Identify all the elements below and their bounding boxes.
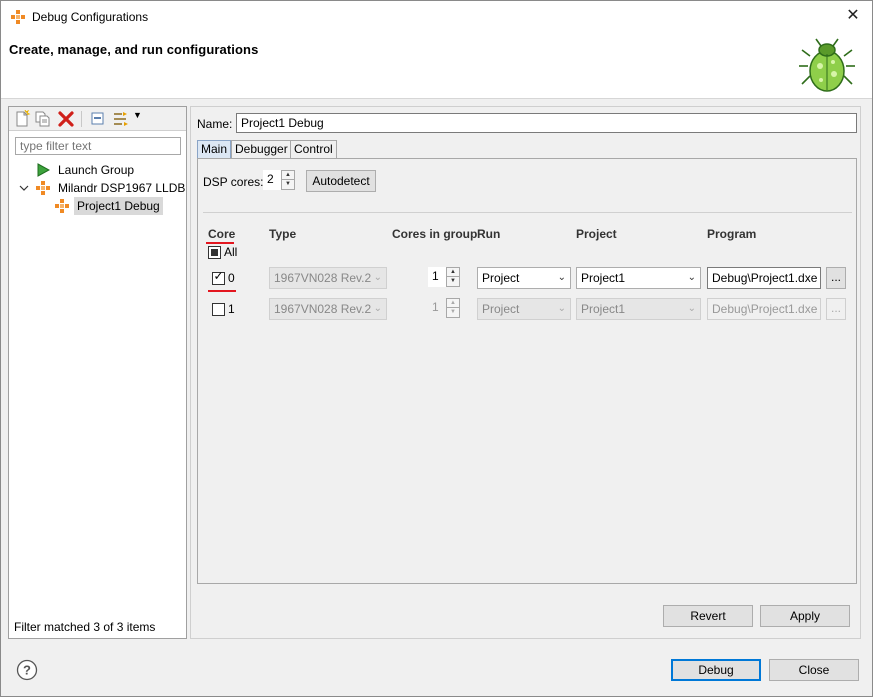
apply-button[interactable]: Apply (760, 605, 850, 627)
all-cores-checkbox[interactable] (208, 246, 221, 259)
dsp-cores-value: 2 (263, 170, 281, 190)
core-0-checkbox[interactable]: ✓ (212, 269, 225, 285)
autodetect-button[interactable]: Autodetect (306, 170, 376, 192)
configuration-editor: Name: Project1 Debug Main Debugger Contr… (190, 106, 861, 639)
core-1-browse-button[interactable]: ... (826, 298, 846, 320)
decrement-arrow-icon[interactable]: ▼ (447, 277, 459, 286)
chevron-down-icon: ⌄ (557, 272, 566, 283)
column-header-cores-in-group: Cores in group (392, 227, 478, 241)
core-1-cores-in-group-stepper[interactable]: 1 ▲ ▼ (428, 298, 460, 318)
dsp-debug-type-icon (36, 181, 50, 195)
dsp-app-icon (11, 10, 25, 24)
core-0-label: 0 (228, 271, 235, 285)
dsp-cores-stepper[interactable]: 2 ▲ ▼ (263, 170, 295, 190)
decrement-arrow-icon[interactable]: ▼ (447, 308, 459, 317)
chevron-down-icon: ⌄ (687, 272, 696, 283)
filter-status: Filter matched 3 of 3 items (14, 620, 156, 634)
toolbar-separator (81, 111, 82, 127)
filter-input[interactable] (15, 137, 181, 155)
collapse-all-icon[interactable] (89, 110, 107, 128)
core-1-project-select[interactable]: Project1 ⌄ (576, 298, 701, 320)
configurations-tree-pane: ▼ Launch Group Milandr DSP1967 LLDB Proj… (8, 106, 187, 639)
main-tab-panel: DSP cores: 2 ▲ ▼ Autodetect Core Type Co… (197, 158, 857, 584)
tree-toolbar: ▼ (9, 107, 186, 131)
core-0-project-select[interactable]: Project1 ⌄ (576, 267, 701, 289)
help-icon[interactable]: ? (16, 659, 38, 681)
dialog-subtitle: Create, manage, and run configurations (9, 42, 259, 57)
core-0-type-select[interactable]: 1967VN028 Rev.2 ⌄ (269, 267, 387, 289)
debug-button[interactable]: Debug (671, 659, 761, 681)
decrement-arrow-icon[interactable]: ▼ (282, 180, 294, 189)
section-divider (203, 212, 852, 213)
increment-arrow-icon[interactable]: ▲ (447, 299, 459, 308)
tree-item-label: Milandr DSP1967 LLDB (58, 181, 186, 195)
duplicate-configuration-icon[interactable] (34, 110, 52, 128)
all-cores-label: All (224, 245, 238, 259)
chevron-down-icon: ⌄ (687, 303, 696, 314)
tree-item-label: Project1 Debug (74, 197, 163, 215)
debug-configurations-dialog: Debug Configurations ✕ Create, manage, a… (0, 0, 873, 697)
chevron-down-icon: ⌄ (373, 272, 382, 283)
column-header-type: Type (269, 227, 297, 241)
core-1-checkbox[interactable] (212, 303, 225, 316)
core-0-run-select[interactable]: Project ⌄ (477, 267, 571, 289)
core-0-cores-in-group-stepper[interactable]: 1 ▲ ▼ (428, 267, 460, 287)
chevron-down-icon: ⌄ (373, 303, 382, 314)
bug-icon (799, 38, 855, 92)
chevron-down-icon[interactable] (19, 183, 29, 193)
name-field[interactable]: Project1 Debug (236, 113, 857, 133)
column-header-program: Program (707, 227, 757, 241)
filter-menu-chevron-down-icon[interactable]: ▼ (133, 110, 142, 120)
revert-button[interactable]: Revert (663, 605, 753, 627)
launch-group-icon (37, 163, 50, 177)
increment-arrow-icon[interactable]: ▲ (447, 268, 459, 277)
title-bar: Debug Configurations ✕ (1, 1, 872, 33)
svg-text:?: ? (23, 663, 31, 678)
tree-item-label: Launch Group (58, 163, 135, 177)
new-configuration-icon[interactable] (13, 110, 31, 128)
core-0-program-field[interactable]: Debug\Project1.dxe (707, 267, 821, 289)
dsp-debug-config-icon (55, 199, 69, 213)
name-label: Name: (197, 117, 233, 131)
close-icon[interactable]: ✕ (844, 7, 862, 25)
checkmark-icon: ✓ (213, 269, 224, 283)
core-1-run-select[interactable]: Project ⌄ (477, 298, 571, 320)
core-1-type-select[interactable]: 1967VN028 Rev.2 ⌄ (269, 298, 387, 320)
close-button[interactable]: Close (769, 659, 859, 681)
core-0-browse-button[interactable]: ... (826, 267, 846, 289)
dsp-cores-label: DSP cores: (203, 175, 264, 189)
annotation-underline (208, 290, 236, 292)
column-header-core: Core (208, 227, 236, 241)
delete-configuration-icon[interactable] (57, 110, 75, 128)
tab-control[interactable]: Control (290, 140, 337, 158)
window-title: Debug Configurations (32, 10, 149, 24)
core-1-program-field[interactable]: Debug\Project1.dxe (707, 298, 821, 320)
filter-configurations-icon[interactable] (112, 110, 130, 128)
chevron-down-icon: ⌄ (557, 303, 566, 314)
annotation-underline (206, 242, 234, 244)
column-header-run: Run (477, 227, 501, 241)
core-1-label: 1 (228, 302, 235, 316)
increment-arrow-icon[interactable]: ▲ (282, 171, 294, 180)
column-header-project: Project (576, 227, 617, 241)
dialog-header: Create, manage, and run configurations (1, 33, 872, 99)
tab-main[interactable]: Main (197, 140, 232, 158)
tab-debugger[interactable]: Debugger (231, 140, 292, 158)
